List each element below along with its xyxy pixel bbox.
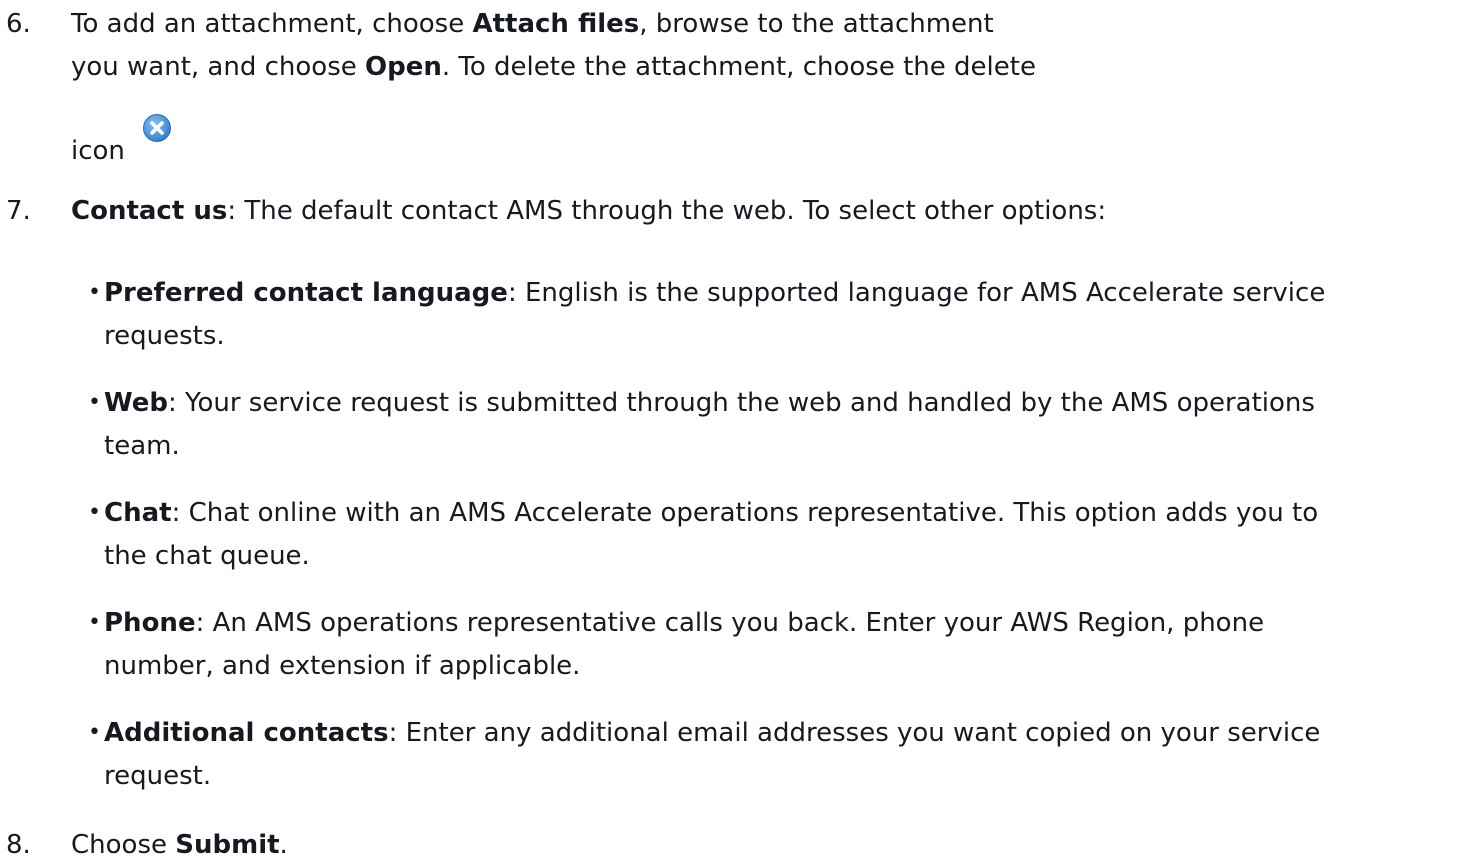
- step-8-text: Choose Submit.: [71, 830, 288, 860]
- list-item-line-2: the chat queue.: [104, 541, 310, 571]
- submit-term: Submit: [175, 830, 280, 860]
- bullet-dot: •: [88, 610, 101, 635]
- bullet-dot: •: [88, 280, 101, 305]
- bullet-dot: •: [88, 500, 101, 525]
- delete-circle-x-icon: [142, 113, 172, 143]
- step-6-line-2: you want, and choose Open. To delete the…: [71, 52, 1036, 82]
- bullet-dot: •: [88, 390, 101, 415]
- step-6-line-3: icon: [71, 136, 125, 166]
- contact-us-term: Contact us: [71, 196, 228, 226]
- bullet-dot: •: [88, 720, 101, 745]
- step-6-line-1: To add an attachment, choose Attach file…: [71, 9, 994, 39]
- list-item-line-1: Chat: Chat online with an AMS Accelerate…: [104, 498, 1319, 528]
- list-item-line-2: requests.: [104, 321, 225, 351]
- list-item-line-2: team.: [104, 431, 180, 461]
- list-item-line-2: request.: [104, 761, 212, 791]
- attach-files-term: Attach files: [472, 9, 640, 39]
- list-item-line-1: Phone: An AMS operations representative …: [104, 608, 1265, 638]
- list-item-line-1: Additional contacts: Enter any additiona…: [104, 718, 1321, 748]
- step-7-lead: Contact us: The default contact AMS thro…: [71, 196, 1107, 226]
- open-term: Open: [365, 52, 442, 82]
- list-item-line-1: Web: Your service request is submitted t…: [104, 388, 1315, 418]
- step-number: 6.: [6, 9, 31, 39]
- list-item-line-1: Preferred contact language: English is t…: [104, 278, 1326, 308]
- step-number: 8.: [6, 830, 31, 860]
- list-item-line-2: number, and extension if applicable.: [104, 651, 581, 681]
- step-number: 7.: [6, 196, 31, 226]
